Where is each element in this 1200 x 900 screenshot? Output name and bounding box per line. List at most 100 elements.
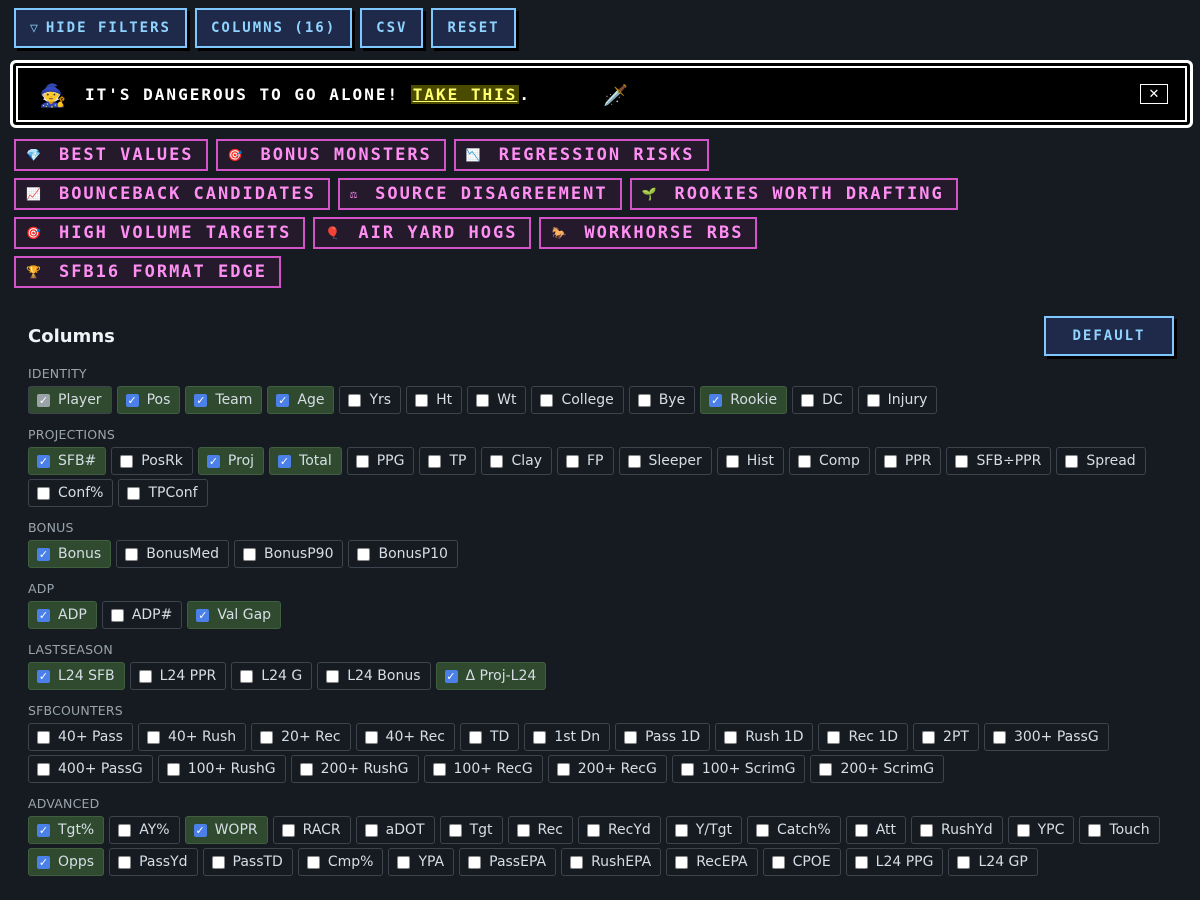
column-toggle[interactable]: Y/Tgt [665, 816, 742, 844]
checkbox[interactable] [827, 730, 841, 744]
preset-button[interactable]: 📉 REGRESSION RISKS [453, 139, 709, 171]
column-toggle[interactable]: BonusMed [116, 540, 230, 568]
column-toggle[interactable]: Injury [857, 386, 938, 414]
checkbox[interactable] [1065, 454, 1079, 468]
column-toggle[interactable]: College [531, 386, 624, 414]
column-toggle[interactable]: PPG [346, 447, 415, 475]
checkbox[interactable]: ✓ [37, 608, 50, 622]
column-toggle[interactable]: YPC [1007, 816, 1075, 844]
checkbox[interactable] [819, 762, 833, 776]
column-toggle[interactable]: ✓ WOPR [184, 816, 268, 844]
checkbox[interactable] [37, 762, 50, 776]
checkbox[interactable]: ✓ [709, 393, 723, 407]
checkbox[interactable] [299, 762, 313, 776]
checkbox[interactable] [1088, 823, 1102, 837]
checkbox[interactable] [724, 730, 738, 744]
column-toggle[interactable]: ✓ Δ Proj-L24 [435, 662, 547, 690]
checkbox[interactable] [922, 730, 936, 744]
checkbox[interactable] [675, 855, 689, 869]
column-toggle[interactable]: 40+ Rec [355, 723, 455, 751]
checkbox[interactable] [756, 823, 769, 837]
column-toggle[interactable]: DC [792, 386, 853, 414]
checkbox[interactable] [364, 730, 378, 744]
checkbox[interactable] [533, 730, 547, 744]
column-toggle[interactable]: ✓ Bonus [28, 540, 112, 568]
column-toggle[interactable]: SFB÷PPR [946, 447, 1052, 475]
column-toggle[interactable]: 40+ Rush [137, 723, 247, 751]
checkbox[interactable] [797, 454, 811, 468]
column-toggle[interactable]: Hist [716, 447, 784, 475]
column-toggle[interactable]: ✓ Proj [197, 447, 265, 475]
checkbox[interactable] [118, 855, 132, 869]
checkbox[interactable] [120, 454, 134, 468]
column-toggle[interactable]: ✓ Player [28, 386, 112, 414]
checkbox[interactable] [771, 855, 785, 869]
column-toggle[interactable]: RACR [272, 816, 351, 844]
checkbox[interactable] [355, 454, 369, 468]
checkbox[interactable]: ✓ [278, 454, 292, 468]
checkbox[interactable] [540, 393, 554, 407]
checkbox[interactable]: ✓ [37, 393, 50, 407]
preset-button[interactable]: 💎 BEST VALUES [14, 139, 208, 171]
column-toggle[interactable]: Rush 1D [715, 723, 814, 751]
column-toggle[interactable]: PassYd [109, 848, 198, 876]
column-toggle[interactable]: PassEPA [459, 848, 557, 876]
column-toggle[interactable]: 100+ ScrimG [671, 755, 806, 783]
column-toggle[interactable]: Tgt [439, 816, 503, 844]
column-toggle[interactable]: 300+ PassG [983, 723, 1109, 751]
checkbox[interactable] [725, 454, 739, 468]
preset-button[interactable]: ⚖ SOURCE DISAGREEMENT [337, 178, 622, 210]
column-toggle[interactable]: aDOT [355, 816, 435, 844]
column-toggle[interactable]: Att [845, 816, 907, 844]
column-toggle[interactable]: ✓ Rookie [700, 386, 788, 414]
checkbox[interactable] [556, 762, 570, 776]
checkbox[interactable] [428, 454, 442, 468]
preset-button[interactable]: 🎯 BONUS MONSTERS [215, 139, 446, 171]
column-toggle[interactable]: L24 Bonus [317, 662, 431, 690]
column-toggle[interactable]: PPR [874, 447, 942, 475]
checkbox[interactable] [326, 669, 340, 683]
column-toggle[interactable]: RecEPA [666, 848, 758, 876]
checkbox[interactable] [37, 730, 50, 744]
checkbox[interactable] [566, 454, 579, 468]
column-toggle[interactable]: ✓ L24 SFB [28, 662, 125, 690]
checkbox[interactable] [240, 669, 254, 683]
column-toggle[interactable]: BonusP10 [348, 540, 458, 568]
checkbox[interactable] [637, 393, 651, 407]
checkbox[interactable] [138, 669, 152, 683]
column-toggle[interactable]: 2PT [913, 723, 979, 751]
column-toggle[interactable]: ✓ Pos [116, 386, 181, 414]
checkbox[interactable] [957, 855, 971, 869]
column-toggle[interactable]: ✓ Age [267, 386, 335, 414]
column-toggle[interactable]: ✓ Tgt% [28, 816, 105, 844]
column-toggle[interactable]: PosRk [111, 447, 193, 475]
checkbox[interactable] [992, 730, 1006, 744]
checkbox[interactable] [110, 608, 124, 622]
column-toggle[interactable]: 100+ RecG [423, 755, 543, 783]
checkbox[interactable]: ✓ [37, 454, 50, 468]
checkbox[interactable] [364, 823, 378, 837]
column-toggle[interactable]: FP [557, 447, 614, 475]
checkbox[interactable] [801, 393, 815, 407]
column-toggle[interactable]: Yrs [339, 386, 402, 414]
preset-button[interactable]: 📈 BOUNCEBACK CANDIDATES [14, 178, 330, 210]
column-toggle[interactable]: 100+ RushG [157, 755, 286, 783]
checkbox[interactable] [146, 730, 160, 744]
preset-button[interactable]: 🏆 SFB16 FORMAT EDGE [14, 256, 281, 288]
column-toggle[interactable]: 400+ PassG [28, 755, 153, 783]
column-toggle[interactable]: 20+ Rec [251, 723, 351, 751]
checkbox[interactable] [570, 855, 584, 869]
checkbox[interactable] [281, 823, 295, 837]
checkbox[interactable] [166, 762, 180, 776]
checkbox[interactable] [624, 730, 638, 744]
checkbox[interactable] [586, 823, 600, 837]
column-toggle[interactable]: 200+ RushG [290, 755, 419, 783]
default-columns-button[interactable]: DEFAULT [1044, 316, 1174, 356]
csv-button[interactable]: CSV [360, 8, 424, 48]
column-toggle[interactable]: Clay [481, 447, 552, 475]
checkbox[interactable] [674, 823, 688, 837]
column-toggle[interactable]: Comp [788, 447, 870, 475]
column-toggle[interactable]: L24 PPG [845, 848, 944, 876]
checkbox[interactable]: ✓ [194, 393, 208, 407]
column-toggle[interactable]: RushEPA [561, 848, 662, 876]
